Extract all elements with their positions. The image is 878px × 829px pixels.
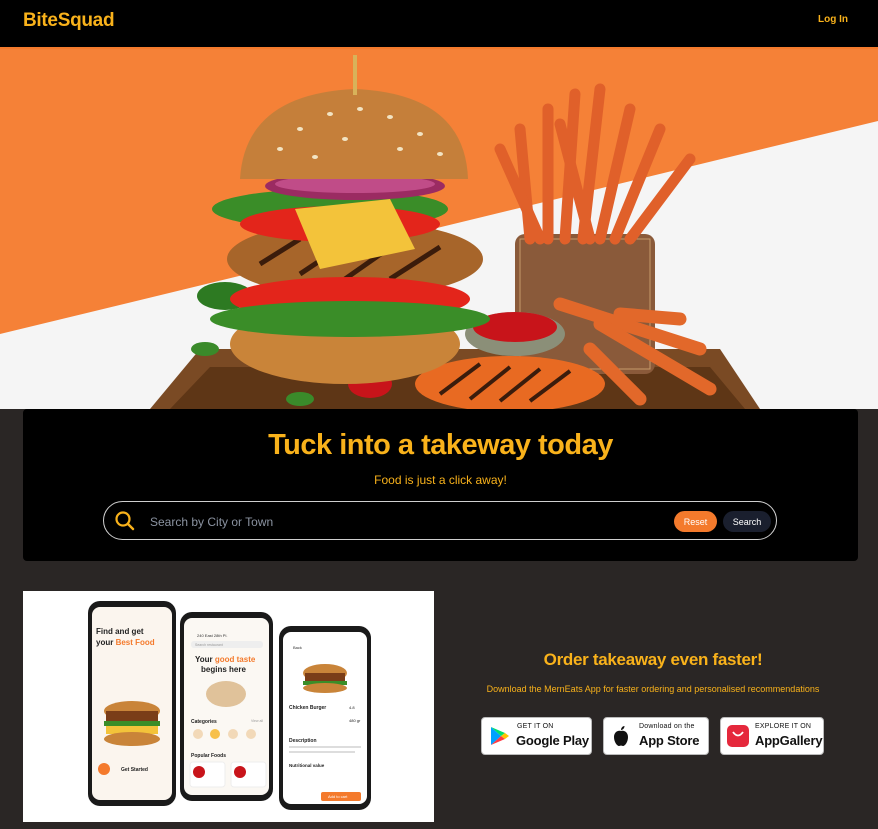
phone1-title-b: your bbox=[96, 638, 113, 647]
app-gallery-badge[interactable]: EXPLORE IT ON AppGallery bbox=[720, 717, 824, 755]
phone3-nutrition: Nutritional value bbox=[289, 763, 325, 768]
phone3-description: Description bbox=[289, 738, 317, 744]
hero-image bbox=[0, 49, 878, 409]
phone1-title-a: Find and get bbox=[96, 627, 144, 636]
phone3-weight: 480 gr bbox=[349, 718, 361, 723]
app-promo: Order takeaway even faster! Download the… bbox=[455, 650, 851, 694]
search-button[interactable]: Search bbox=[723, 511, 771, 532]
phone2-address: 240 East 28th Pl. bbox=[197, 633, 227, 638]
brand-logo[interactable]: BiteSquad bbox=[23, 10, 115, 32]
phone1-title-c: Best Food bbox=[116, 638, 155, 647]
app-store-badge[interactable]: Download on the App Store bbox=[603, 717, 709, 755]
app-subtitle: Download the MernEats App for faster ord… bbox=[486, 684, 820, 694]
phone2-headline-a: Your bbox=[195, 655, 213, 664]
hero-subtitle: Food is just a click away! bbox=[374, 473, 507, 487]
search-bar: Reset Search bbox=[103, 501, 777, 540]
apple-icon bbox=[612, 725, 630, 752]
search-card: Tuck into a takeway today Food is just a… bbox=[23, 409, 858, 561]
phone2-search: Search restaurant bbox=[195, 643, 223, 647]
google-play-big: Google Play bbox=[516, 733, 589, 748]
app-gallery-small: EXPLORE IT ON bbox=[755, 723, 812, 730]
phone2-popular: Popular Foods bbox=[191, 753, 226, 759]
phone3-item: Chicken Burger bbox=[289, 705, 326, 711]
app-store-small: Download on the bbox=[639, 723, 695, 730]
svg-text:Your good taste: Your good taste bbox=[195, 655, 256, 664]
login-link[interactable]: Log In bbox=[818, 14, 848, 25]
app-preview-image: Find and get your Best Food Get Started … bbox=[23, 591, 434, 822]
phone3-rating: 4.8 bbox=[349, 705, 355, 710]
search-icon bbox=[114, 510, 136, 537]
hero-title: Tuck into a takeway today bbox=[268, 429, 613, 461]
app-store-big: App Store bbox=[639, 733, 700, 748]
app-gallery-big: AppGallery bbox=[755, 733, 823, 748]
phone2-headline-c: begins here bbox=[201, 665, 246, 674]
huawei-appgallery-icon bbox=[727, 725, 749, 752]
app-title: Order takeaway even faster! bbox=[543, 650, 763, 669]
google-play-small: GET IT ON bbox=[517, 723, 554, 730]
search-input[interactable] bbox=[148, 511, 652, 533]
reset-button[interactable]: Reset bbox=[674, 511, 717, 532]
google-play-icon bbox=[488, 725, 510, 752]
google-play-badge[interactable]: GET IT ON Google Play bbox=[481, 717, 592, 755]
phone3-cta: Add to cart bbox=[328, 794, 348, 799]
phone2-categories: Categories bbox=[191, 719, 217, 725]
phone2-view-all: View all bbox=[251, 719, 263, 723]
phone2-headline-b: good taste bbox=[215, 655, 256, 664]
phone1-cta: Get Started bbox=[121, 767, 148, 773]
top-navbar: BiteSquad Log In bbox=[0, 0, 878, 49]
phone3-back: Back bbox=[293, 645, 302, 650]
svg-text:your Best Food: your Best Food bbox=[96, 638, 155, 647]
